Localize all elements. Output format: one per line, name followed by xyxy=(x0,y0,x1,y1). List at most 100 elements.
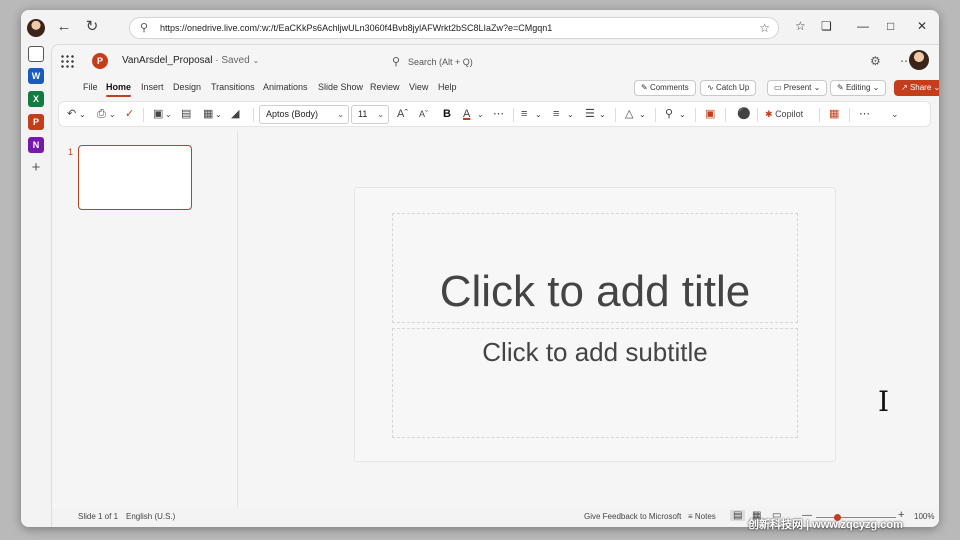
chevron-down-icon: ⌄ xyxy=(252,56,260,65)
editing-mode-button[interactable]: ✎ Editing ⌄ xyxy=(830,80,887,96)
shapes-icon[interactable]: △ xyxy=(625,108,633,121)
slide-thumbnail[interactable] xyxy=(78,145,192,210)
chevron-down-icon[interactable]: ⌄ xyxy=(165,108,172,121)
align-text-icon[interactable]: ☰ xyxy=(585,108,595,121)
normal-view-icon[interactable]: ▤ xyxy=(730,510,746,521)
tab-insert[interactable]: Insert xyxy=(141,82,164,92)
browser-profile-avatar[interactable] xyxy=(27,19,45,37)
chevron-down-icon: ⌄ xyxy=(872,83,880,92)
tab-view[interactable]: View xyxy=(409,82,428,92)
slide-count: Slide 1 of 1 xyxy=(78,512,119,521)
sidebar-app-excel-icon[interactable]: X xyxy=(28,91,44,107)
chevron-down-icon[interactable]: ⌄ xyxy=(567,108,574,121)
chevron-down-icon[interactable]: ⌄ xyxy=(535,108,542,121)
ribbon-tabs: File Home Insert Design Transitions Anim… xyxy=(52,77,939,99)
chevron-down-icon[interactable]: ⌄ xyxy=(109,108,116,121)
designer-icon[interactable]: ▣ xyxy=(705,108,715,121)
copilot-button[interactable]: ✱ Copilot xyxy=(765,108,803,121)
font-color-button[interactable]: A xyxy=(463,108,470,121)
tab-animations[interactable]: Animations xyxy=(263,82,308,92)
watermark: 创新科技网 | www.zqcyzg.com xyxy=(748,519,903,531)
font-size-select[interactable]: 11 ⌄ xyxy=(351,105,389,124)
reset-slide-icon[interactable]: ◢ xyxy=(231,108,239,121)
sidebar-app-onenote-icon[interactable]: N xyxy=(28,137,44,153)
divider xyxy=(819,108,820,122)
minimize-icon[interactable]: — xyxy=(857,19,869,33)
bullets-icon[interactable]: ≡ xyxy=(521,108,527,121)
chevron-down-icon[interactable]: ⌄ xyxy=(79,108,86,121)
app-header: P VanArsdel_Proposal · Saved ⌄ ⚲ Search … xyxy=(52,45,939,77)
tab-slide-show[interactable]: Slide Show xyxy=(318,82,363,92)
slide-canvas[interactable]: Click to add title Click to add subtitle xyxy=(354,187,836,462)
settings-gear-icon[interactable]: ⚙ xyxy=(870,54,881,68)
text-cursor-icon: I xyxy=(878,385,890,418)
tab-help[interactable]: Help xyxy=(438,82,457,92)
more-font-options-icon[interactable]: ⋯ xyxy=(493,108,504,121)
divider xyxy=(615,108,616,122)
refresh-icon[interactable]: ↻ xyxy=(83,18,101,36)
document-name: VanArsdel_Proposal xyxy=(122,55,213,66)
search-icon: ⚲ xyxy=(392,56,401,68)
find-icon[interactable]: ⚲ xyxy=(665,108,673,121)
chevron-down-icon: ⌄ xyxy=(377,110,384,119)
maximize-icon[interactable]: □ xyxy=(887,19,894,33)
favorite-icon[interactable]: ☆ xyxy=(759,18,770,38)
slide-layout-icon[interactable]: ▤ xyxy=(181,108,191,121)
collections-icon[interactable]: ❏ xyxy=(821,19,832,33)
address-bar[interactable]: ⚲ https://onedrive.live.com/:w:/t/EaCKkP… xyxy=(129,17,779,39)
powerpoint-logo-icon: P xyxy=(92,53,108,69)
sidebar-app-word-icon[interactable]: W xyxy=(28,68,44,84)
numbering-icon[interactable]: ≡ xyxy=(553,108,559,121)
more-commands-icon[interactable]: ⋯ xyxy=(859,108,870,121)
back-icon[interactable]: ← xyxy=(55,18,73,36)
feedback-link[interactable]: Give Feedback to Microsoft xyxy=(584,512,681,521)
catch-up-button[interactable]: ∿ Catch Up xyxy=(700,80,757,96)
chevron-down-icon[interactable]: ⌄ xyxy=(477,108,484,121)
slide-number: 1 xyxy=(68,147,74,157)
add-ins-icon[interactable]: ▦ xyxy=(829,108,839,121)
chevron-down-icon[interactable]: ⌄ xyxy=(679,108,686,121)
font-name-select[interactable]: Aptos (Body) ⌄ xyxy=(259,105,349,124)
divider xyxy=(253,108,254,122)
title-placeholder[interactable]: Click to add title xyxy=(392,213,798,323)
tab-file[interactable]: File xyxy=(83,82,98,92)
section-icon[interactable]: ▦ xyxy=(203,108,213,121)
tab-transitions[interactable]: Transitions xyxy=(211,82,255,92)
slide-thumbnail-pane: 1 xyxy=(52,131,238,507)
close-icon[interactable]: ✕ xyxy=(917,19,927,33)
favorites-icon[interactable]: ☆ xyxy=(795,19,806,33)
sidebar-app-powerpoint-icon[interactable]: P xyxy=(28,114,44,130)
app-launcher-icon[interactable] xyxy=(60,54,74,68)
present-button[interactable]: ▭ Present ⌄ xyxy=(767,80,828,96)
share-button[interactable]: ↗ Share ⌄ xyxy=(894,80,939,96)
format-painter-icon[interactable]: ✓ xyxy=(125,108,134,121)
dictate-microphone-icon[interactable]: ⚫ xyxy=(737,108,751,121)
language-indicator[interactable]: English (U.S.) xyxy=(126,512,175,521)
chevron-down-icon[interactable]: ⌄ xyxy=(639,108,646,121)
search-input[interactable]: ⚲ Search (Alt + Q) xyxy=(388,53,578,71)
chevron-down-icon[interactable]: ⌄ xyxy=(599,108,606,121)
tab-actions-icon[interactable] xyxy=(28,46,44,62)
chevron-down-icon[interactable]: ⌄ xyxy=(215,108,222,121)
decrease-font-size-icon[interactable]: Aˇ xyxy=(419,108,428,121)
comments-button[interactable]: ✎ Comments xyxy=(634,80,696,96)
bold-button[interactable]: B xyxy=(443,108,451,121)
undo-icon[interactable]: ↶ xyxy=(67,108,76,121)
user-avatar[interactable] xyxy=(909,50,929,70)
tab-home[interactable]: Home xyxy=(106,82,132,97)
tab-design[interactable]: Design xyxy=(173,82,201,92)
new-slide-icon[interactable]: ▣ xyxy=(153,108,163,121)
subtitle-placeholder[interactable]: Click to add subtitle xyxy=(392,328,798,438)
increase-font-size-icon[interactable]: Aˆ xyxy=(397,108,408,121)
present-icon: ▭ xyxy=(774,83,782,92)
divider xyxy=(725,108,726,122)
lock-icon: ⚲ xyxy=(140,22,149,34)
paste-clipboard-icon[interactable]: ⎙ xyxy=(97,108,106,121)
sidebar-add-icon[interactable]: + xyxy=(28,160,44,176)
zoom-level[interactable]: 100% xyxy=(914,512,934,521)
document-title[interactable]: VanArsdel_Proposal · Saved ⌄ xyxy=(122,55,259,66)
share-icon: ↗ xyxy=(901,83,908,92)
tab-review[interactable]: Review xyxy=(370,82,400,92)
expand-ribbon-chevron-icon[interactable]: ⌄ xyxy=(891,108,899,121)
notes-button[interactable]: ≡ Notes xyxy=(688,512,716,521)
